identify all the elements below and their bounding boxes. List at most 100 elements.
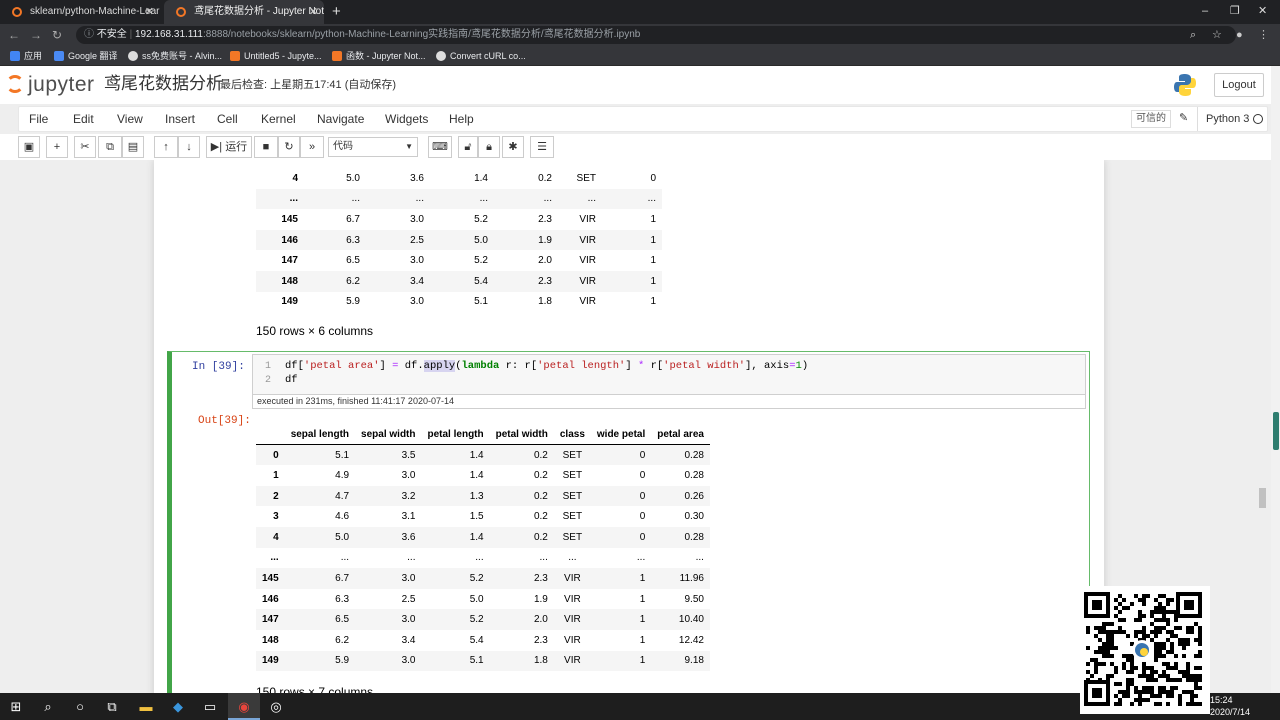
asterisk-button[interactable]: ✱ <box>502 136 524 158</box>
paste-button[interactable]: ▤ <box>122 136 144 158</box>
tab-close-icon[interactable]: ✕ <box>309 0 318 24</box>
vscode-icon[interactable]: ◆ <box>162 693 194 720</box>
browser-menu-icon[interactable]: ⋮ <box>1258 27 1269 43</box>
menu-insert[interactable]: Insert <box>165 107 195 131</box>
qr-module <box>1098 646 1102 650</box>
page-scrollbar[interactable] <box>1271 66 1280 693</box>
qr-module <box>1198 678 1202 682</box>
cut-button[interactable]: ✂ <box>74 136 96 158</box>
qr-module <box>1110 662 1114 666</box>
reload-icon[interactable]: ↻ <box>52 27 62 43</box>
page-scrollbar-thumb[interactable] <box>1273 412 1279 450</box>
kernel-name[interactable]: Python 3 <box>1197 107 1249 131</box>
menu-navigate[interactable]: Navigate <box>317 107 364 131</box>
back-icon[interactable]: ← <box>8 27 20 43</box>
copy-icon: ⧉ <box>106 141 114 153</box>
bookmark-convert-curl[interactable]: Convert cURL co... <box>436 46 526 66</box>
menu-edit[interactable]: Edit <box>73 107 94 131</box>
qr-module <box>1130 702 1134 706</box>
minimize-button[interactable]: – <box>1202 0 1208 22</box>
bookmark-ss[interactable]: ss免费账号 - Alvin... <box>128 46 222 66</box>
table-cell: 0.2 <box>538 172 552 184</box>
menu-kernel[interactable]: Kernel <box>261 107 296 131</box>
row-index: 145 <box>281 213 298 225</box>
qr-module <box>1146 698 1150 702</box>
toc-button[interactable]: ☰ <box>530 136 554 158</box>
qr-module <box>1106 650 1110 654</box>
bookmark-untitled5[interactable]: Untitled5 - Jupyte... <box>230 46 322 66</box>
insert-cell-button[interactable]: + <box>46 136 68 158</box>
qr-module <box>1126 634 1130 638</box>
qr-module <box>1158 690 1162 694</box>
restart-run-all-button[interactable]: » <box>300 136 324 158</box>
qr-module <box>1158 626 1162 630</box>
code-editor[interactable]: 1 2 df['petal area'] = df.apply(lambda r… <box>252 354 1086 395</box>
qr-module <box>1118 626 1122 630</box>
maximize-button[interactable]: ❐ <box>1230 0 1240 22</box>
menu-help[interactable]: Help <box>449 107 474 131</box>
qr-module <box>1130 658 1134 662</box>
trusted-indicator[interactable]: 可信的 <box>1131 110 1171 128</box>
unlock-button[interactable]: 🔓︎ <box>458 136 478 158</box>
bookmark-apps[interactable]: 应用 <box>10 46 42 66</box>
taskbar-clock[interactable]: 15:24 2020/7/14 <box>1210 694 1250 718</box>
bookmark-google-translate[interactable]: Google 翻译 <box>54 46 118 66</box>
menu-widgets[interactable]: Widgets <box>385 107 428 131</box>
qr-module <box>1166 598 1170 602</box>
close-window-button[interactable]: ✕ <box>1258 0 1267 22</box>
stop-icon: ■ <box>262 141 270 153</box>
tab-close-icon[interactable]: ✕ <box>145 0 154 24</box>
address-bar: ← → ↻ ⓘ 不安全 | 192.168.31.111:8888/notebo… <box>0 24 1280 46</box>
qr-module <box>1194 702 1198 706</box>
terminal-icon[interactable]: ▭ <box>194 693 226 720</box>
app-icon[interactable]: ◎ <box>260 693 292 720</box>
profile-avatar-icon[interactable]: ● <box>1236 27 1243 43</box>
interrupt-button[interactable]: ■ <box>254 136 278 158</box>
qr-module <box>1162 690 1166 694</box>
table-cell: 1.4 <box>421 444 490 466</box>
menu-view[interactable]: View <box>117 107 143 131</box>
pencil-icon[interactable]: ✎ <box>1179 111 1188 124</box>
table-cell: 0.28 <box>651 526 710 548</box>
restart-button[interactable]: ↻ <box>278 136 300 158</box>
command-palette-button[interactable]: ⌨ <box>428 136 452 158</box>
qr-module <box>1130 662 1134 666</box>
qr-module <box>1158 646 1162 650</box>
qr-module <box>1182 690 1186 694</box>
qr-module <box>1182 674 1186 678</box>
bookmark-functions[interactable]: 函数 - Jupyter Not... <box>332 46 426 66</box>
browser-tab-active[interactable]: 鸢尾花数据分析 - Jupyter Notel ✕ <box>164 0 324 24</box>
file-explorer-icon[interactable]: ▬ <box>130 693 162 720</box>
notebook-name[interactable]: 鸢尾花数据分析 <box>104 73 223 95</box>
windows-start-icon[interactable]: ⊞ <box>0 693 32 720</box>
run-button[interactable]: ▶| 运行 <box>206 136 252 158</box>
info-icon[interactable]: ⓘ <box>84 29 94 40</box>
lock-button[interactable]: 🔒︎ <box>478 136 500 158</box>
menu-cell[interactable]: Cell <box>217 107 238 131</box>
table-row: 146 6.3 2.5 5.0 1.9 VIR 1 <box>256 229 662 251</box>
qr-module <box>1142 666 1146 670</box>
index-header <box>256 424 285 446</box>
forward-icon[interactable]: → <box>30 27 42 43</box>
search-icon[interactable]: ⌕ <box>32 693 64 720</box>
menu-file[interactable]: File <box>29 107 48 131</box>
output-prompt: Out[39]: <box>198 415 251 427</box>
browser-tab[interactable]: sklearn/python-Machine-Learn ✕ <box>0 0 160 24</box>
url-input[interactable]: ⓘ 不安全 | 192.168.31.111:8888/notebooks/sk… <box>76 26 1236 44</box>
zoom-icon[interactable]: ⌕ <box>1190 27 1196 43</box>
table-cell: VIR <box>558 229 602 251</box>
qr-module <box>1142 698 1146 702</box>
bookmark-star-icon[interactable]: ☆ <box>1212 27 1222 43</box>
chrome-icon[interactable]: ◉ <box>228 693 260 720</box>
table-cell: 0.2 <box>489 485 554 507</box>
copy-button[interactable]: ⧉ <box>98 136 122 158</box>
cell-type-select[interactable]: 代码 ▼ <box>328 137 418 157</box>
new-tab-button[interactable]: + <box>332 0 341 24</box>
qr-module <box>1122 654 1126 658</box>
logout-button[interactable]: Logout <box>1214 73 1264 97</box>
move-up-button[interactable]: ↑ <box>154 136 178 158</box>
move-down-button[interactable]: ↓ <box>178 136 200 158</box>
cortana-icon[interactable]: ○ <box>64 693 96 720</box>
save-button[interactable]: ▣ <box>18 136 40 158</box>
task-view-icon[interactable]: ⧉ <box>96 693 128 720</box>
